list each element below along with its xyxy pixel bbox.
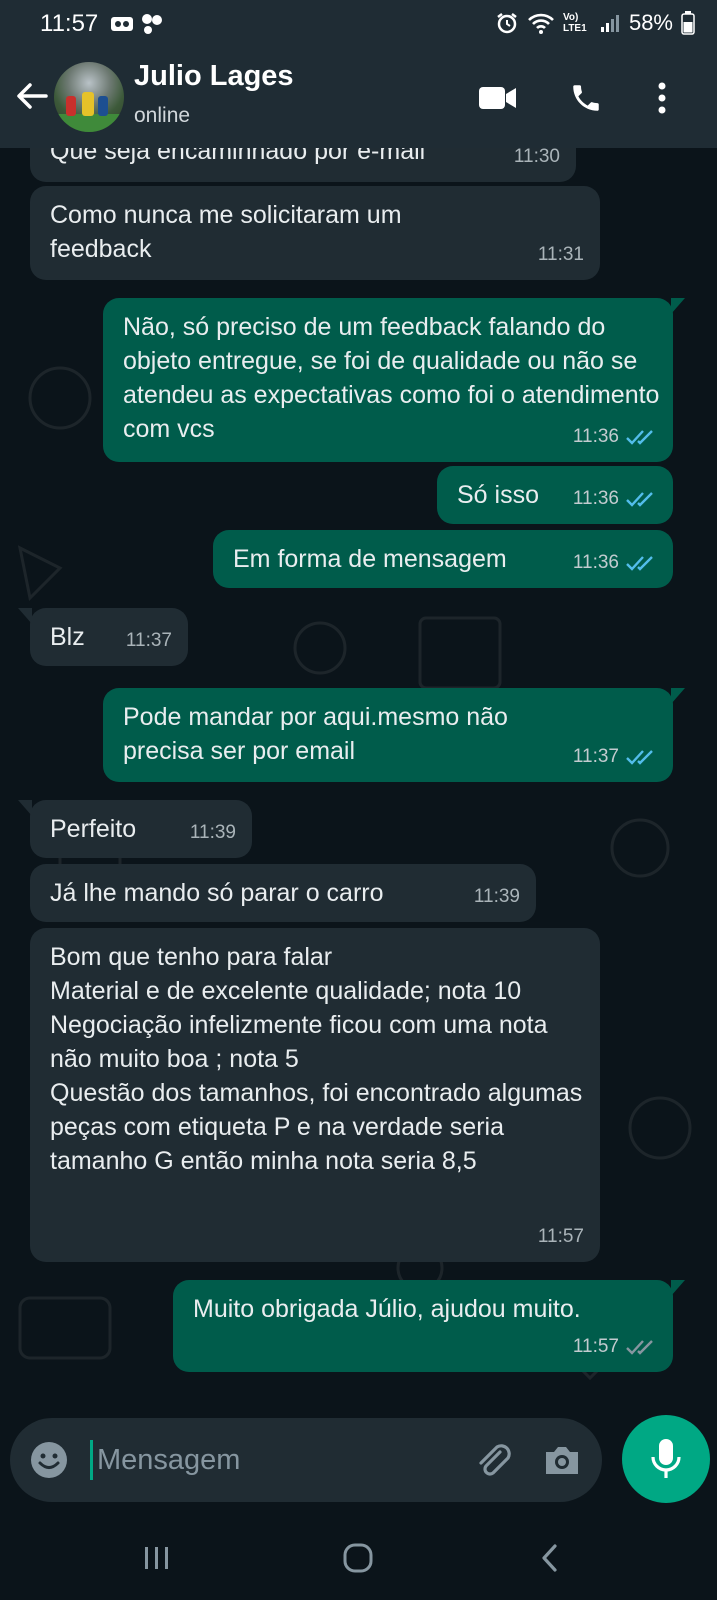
message-bubble-outgoing[interactable]: Muito obrigada Júlio, ajudou muito. 11:5… <box>173 1280 685 1372</box>
alarm-icon <box>497 13 517 34</box>
message-meta: 11:30 <box>514 148 560 174</box>
video-call-button[interactable] <box>476 76 520 120</box>
more-options-button[interactable] <box>640 76 684 120</box>
message-bubble-incoming[interactable]: Bom que tenho para falar Material e de e… <box>30 928 600 1262</box>
message-input[interactable] <box>90 1440 450 1480</box>
chat-area[interactable]: Que seja encaminhado por e-mail 11:30 Co… <box>0 148 717 1410</box>
message-text: Já lhe mando só parar o carro <box>50 879 384 907</box>
status-time: 11:57 <box>40 10 99 37</box>
message-meta: 11:39 <box>474 880 520 914</box>
read-receipt-icon <box>626 430 653 445</box>
back-button[interactable] <box>14 78 50 114</box>
read-receipt-icon <box>626 556 653 571</box>
message-meta: 11:37 <box>573 740 657 774</box>
emoji-button[interactable] <box>28 1439 70 1481</box>
message-text: Bom que tenho para falar Material e de e… <box>50 943 583 1175</box>
message-bubble-incoming[interactable]: Blz 11:37 <box>18 608 188 666</box>
status-bar: 11:57 Vo) LTE1 58% <box>0 0 717 48</box>
recents-icon <box>145 1547 168 1569</box>
message-bubble-incoming[interactable]: Que seja encaminhado por e-mail 11:30 <box>30 148 576 182</box>
attach-button[interactable] <box>470 1438 514 1482</box>
message-time: 11:39 <box>189 822 236 843</box>
message-time: 11:31 <box>537 244 584 265</box>
delivered-receipt-icon <box>626 1340 653 1355</box>
message-meta: 11:57 <box>573 1330 657 1364</box>
message-composer <box>10 1418 602 1502</box>
network-label: Vo) LTE1 <box>562 12 587 34</box>
message-bubble-outgoing[interactable]: Pode mandar por aqui.mesmo não precisa s… <box>103 688 685 782</box>
message-time: 11:39 <box>473 886 520 907</box>
signal-icon <box>600 15 619 32</box>
chat-header: Julio Lages online <box>0 48 717 148</box>
message-bubble-incoming[interactable]: Já lhe mando só parar o carro 11:39 <box>30 864 536 922</box>
vr-icon <box>111 17 133 31</box>
camera-icon <box>546 1447 578 1474</box>
message-text: Como nunca me solicitaram um feedback <box>50 201 409 263</box>
message-bubble-incoming[interactable]: Perfeito 11:39 <box>18 800 252 858</box>
message-text: Que seja encaminhado por e-mail <box>50 148 426 165</box>
message-time: 11:30 <box>513 148 560 167</box>
message-time: 11:57 <box>537 1226 584 1247</box>
message-meta: 11:36 <box>573 420 657 454</box>
recents-button[interactable] <box>132 1536 182 1580</box>
more-vert-icon <box>658 82 666 114</box>
video-call-icon <box>479 87 516 109</box>
message-meta: 11:39 <box>190 816 236 850</box>
mic-icon <box>651 1439 681 1478</box>
cast-icon <box>142 14 162 34</box>
avatar[interactable] <box>54 62 124 132</box>
voice-call-button[interactable] <box>564 76 608 120</box>
home-button[interactable] <box>333 1536 383 1580</box>
message-text: Muito obrigada Júlio, ajudou muito. <box>193 1295 581 1323</box>
message-time: 11:36 <box>572 488 619 509</box>
nav-back-button[interactable] <box>525 1536 575 1580</box>
camera-button[interactable] <box>540 1438 584 1482</box>
message-meta: 11:31 <box>538 238 584 272</box>
status-right: Vo) LTE1 58% <box>495 10 695 36</box>
message-time: 11:37 <box>572 746 619 767</box>
attach-icon <box>479 1444 511 1476</box>
back-icon <box>542 1544 557 1572</box>
battery-icon <box>681 11 695 35</box>
message-bubble-outgoing[interactable]: Só isso 11:36 <box>437 466 673 524</box>
wifi-icon <box>528 13 554 34</box>
message-meta: 11:57 <box>538 1220 584 1254</box>
message-meta: 11:37 <box>126 624 172 658</box>
message-meta: 11:36 <box>573 482 657 516</box>
contact-status: online <box>134 104 191 127</box>
message-bubble-outgoing[interactable]: Em forma de mensagem 11:36 <box>213 530 673 588</box>
status-left-icons <box>110 13 164 35</box>
system-nav-bar <box>0 1516 717 1600</box>
read-receipt-icon <box>626 750 653 765</box>
contact-name[interactable]: Julio Lages <box>134 60 294 93</box>
phone-icon <box>573 85 599 111</box>
home-icon <box>343 1543 373 1573</box>
message-bubble-incoming[interactable]: Como nunca me solicitaram um feedback 11… <box>30 186 600 280</box>
message-meta: 11:36 <box>573 546 657 580</box>
battery-percent: 58% <box>628 10 673 35</box>
back-arrow-icon <box>17 83 48 109</box>
emoji-icon <box>31 1442 67 1478</box>
message-time: 11:37 <box>125 630 172 651</box>
message-bubble-outgoing[interactable]: Não, só preciso de um feedback falando d… <box>103 298 685 462</box>
message-time: 11:36 <box>572 552 619 573</box>
read-receipt-icon <box>626 492 653 507</box>
message-time: 11:36 <box>572 426 619 447</box>
message-text: Pode mandar por aqui.mesmo não precisa s… <box>123 703 515 765</box>
voice-message-button[interactable] <box>622 1415 710 1503</box>
message-time: 11:57 <box>572 1336 619 1357</box>
